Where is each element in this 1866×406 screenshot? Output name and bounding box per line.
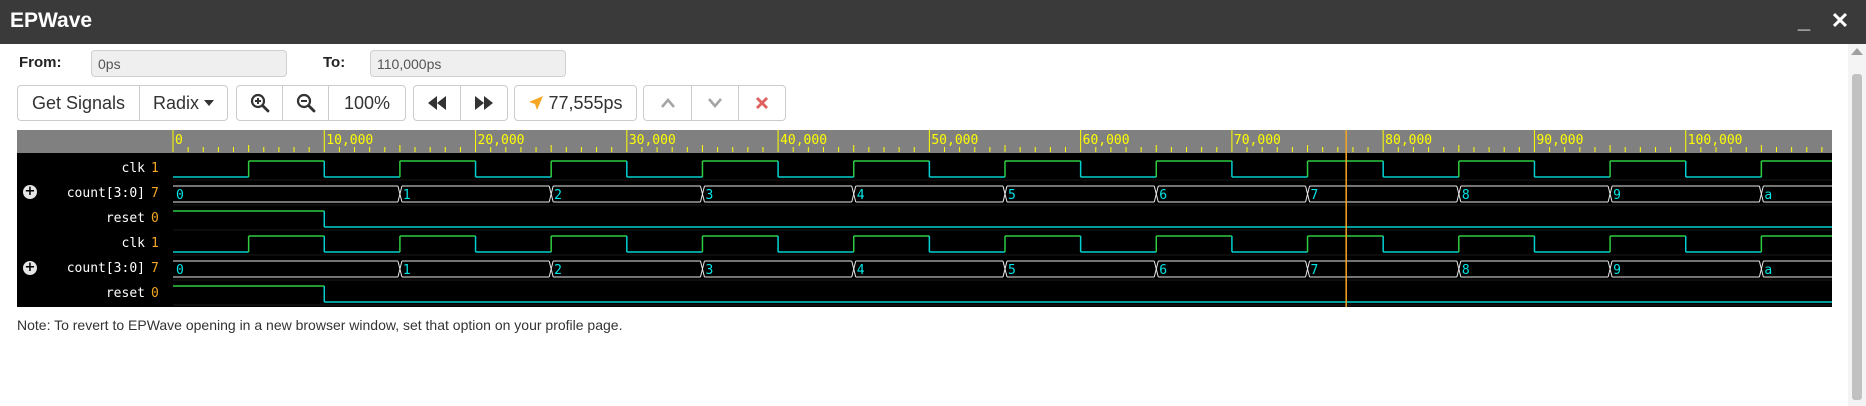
previous-edge-button[interactable]: [414, 86, 461, 120]
scrollbar-thumb[interactable]: [1852, 74, 1862, 400]
zoom-level-button[interactable]: 100%: [329, 86, 405, 120]
bus-value-label: a: [1764, 263, 1772, 278]
bus-value-label: 1: [403, 188, 411, 203]
bus-value-label: 0: [176, 188, 184, 203]
bus-value-label: 6: [1159, 188, 1167, 203]
close-icon: [756, 97, 768, 109]
ruler-label: 90,000: [1536, 133, 1583, 148]
bus-value-label: 2: [554, 263, 562, 278]
bus-value-label: 8: [1462, 263, 1470, 278]
radix-label: Radix: [152, 92, 200, 113]
waveform-canvas[interactable]: 0 10,000 20,000 30,000 40,000 50,000 60,000 70,…: [17, 130, 1832, 307]
ruler-label: 20,000: [478, 133, 525, 148]
ruler-label: 80,000: [1385, 133, 1432, 148]
caret-down-icon: [204, 100, 215, 106]
ruler-label: 0: [175, 133, 183, 148]
cursor-group: 77,555ps: [514, 85, 637, 121]
move-up-button[interactable]: [644, 86, 692, 120]
to-input[interactable]: [370, 50, 566, 77]
from-label: From:: [19, 54, 62, 71]
bus-value-label: 9: [1613, 188, 1621, 203]
ruler-label: 70,000: [1234, 133, 1281, 148]
ruler-label: 10,000: [326, 133, 373, 148]
ruler-label: 100,000: [1688, 133, 1743, 148]
ruler-label: 40,000: [780, 133, 827, 148]
title-bar: EPWave _ ✕: [0, 0, 1866, 44]
chevron-up-icon: [660, 98, 675, 108]
bus-value-label: a: [1764, 188, 1772, 203]
bus-value-label: 7: [1311, 263, 1319, 278]
waveform-viewer[interactable]: clk 1 + count[3:0] 7 reset 0 clk 1 + cou…: [17, 130, 1832, 307]
ruler-label: 30,000: [629, 133, 676, 148]
to-label: To:: [323, 54, 346, 71]
scroll-up-icon[interactable]: [1851, 48, 1863, 55]
cursor-time-button[interactable]: 77,555ps: [515, 86, 636, 120]
vertical-scrollbar[interactable]: [1848, 44, 1866, 406]
bus-value-label: 6: [1159, 263, 1167, 278]
bus-value-label: 5: [1008, 263, 1016, 278]
move-down-button[interactable]: [692, 86, 739, 120]
bus-value-label: 3: [705, 263, 713, 278]
zoom-out-icon: [296, 93, 315, 113]
close-button[interactable]: ✕: [1828, 8, 1852, 34]
bus-value-label: 9: [1613, 263, 1621, 278]
get-signals-button[interactable]: Get Signals: [18, 86, 140, 120]
ruler-label: 50,000: [931, 133, 978, 148]
ruler-label: 60,000: [1083, 133, 1130, 148]
cursor-arrow-icon: [529, 96, 544, 110]
minimize-button[interactable]: _: [1792, 8, 1816, 34]
revert-note: Note: To revert to EPWave opening in a n…: [17, 317, 623, 333]
rewind-icon: [428, 96, 446, 110]
zoom-out-button[interactable]: [283, 86, 329, 120]
next-edge-button[interactable]: [461, 86, 507, 120]
bus-value-label: 3: [705, 188, 713, 203]
delete-signal-button[interactable]: [739, 86, 785, 120]
chevron-down-icon: [708, 98, 722, 108]
bus-value-label: 7: [1311, 188, 1319, 203]
bus-value-label: 4: [857, 188, 865, 203]
radix-dropdown[interactable]: Radix: [140, 86, 227, 120]
edge-nav-group: [413, 85, 508, 121]
zoom-in-button[interactable]: [237, 86, 283, 120]
cursor-time-value: 77,555ps: [548, 92, 623, 113]
signal-button-group: Get Signals Radix: [17, 85, 228, 121]
app-title: EPWave: [10, 9, 93, 32]
bus-value-label: 0: [176, 263, 184, 278]
bus-value-label: 4: [857, 263, 865, 278]
bus-value-label: 1: [403, 263, 411, 278]
zoom-button-group: 100%: [236, 85, 406, 121]
from-input[interactable]: [91, 50, 287, 77]
bus-value-label: 8: [1462, 188, 1470, 203]
fast-forward-icon: [475, 96, 493, 110]
signal-order-group: [643, 85, 786, 121]
bus-value-label: 2: [554, 188, 562, 203]
zoom-in-icon: [250, 93, 269, 113]
bus-value-label: 5: [1008, 188, 1016, 203]
